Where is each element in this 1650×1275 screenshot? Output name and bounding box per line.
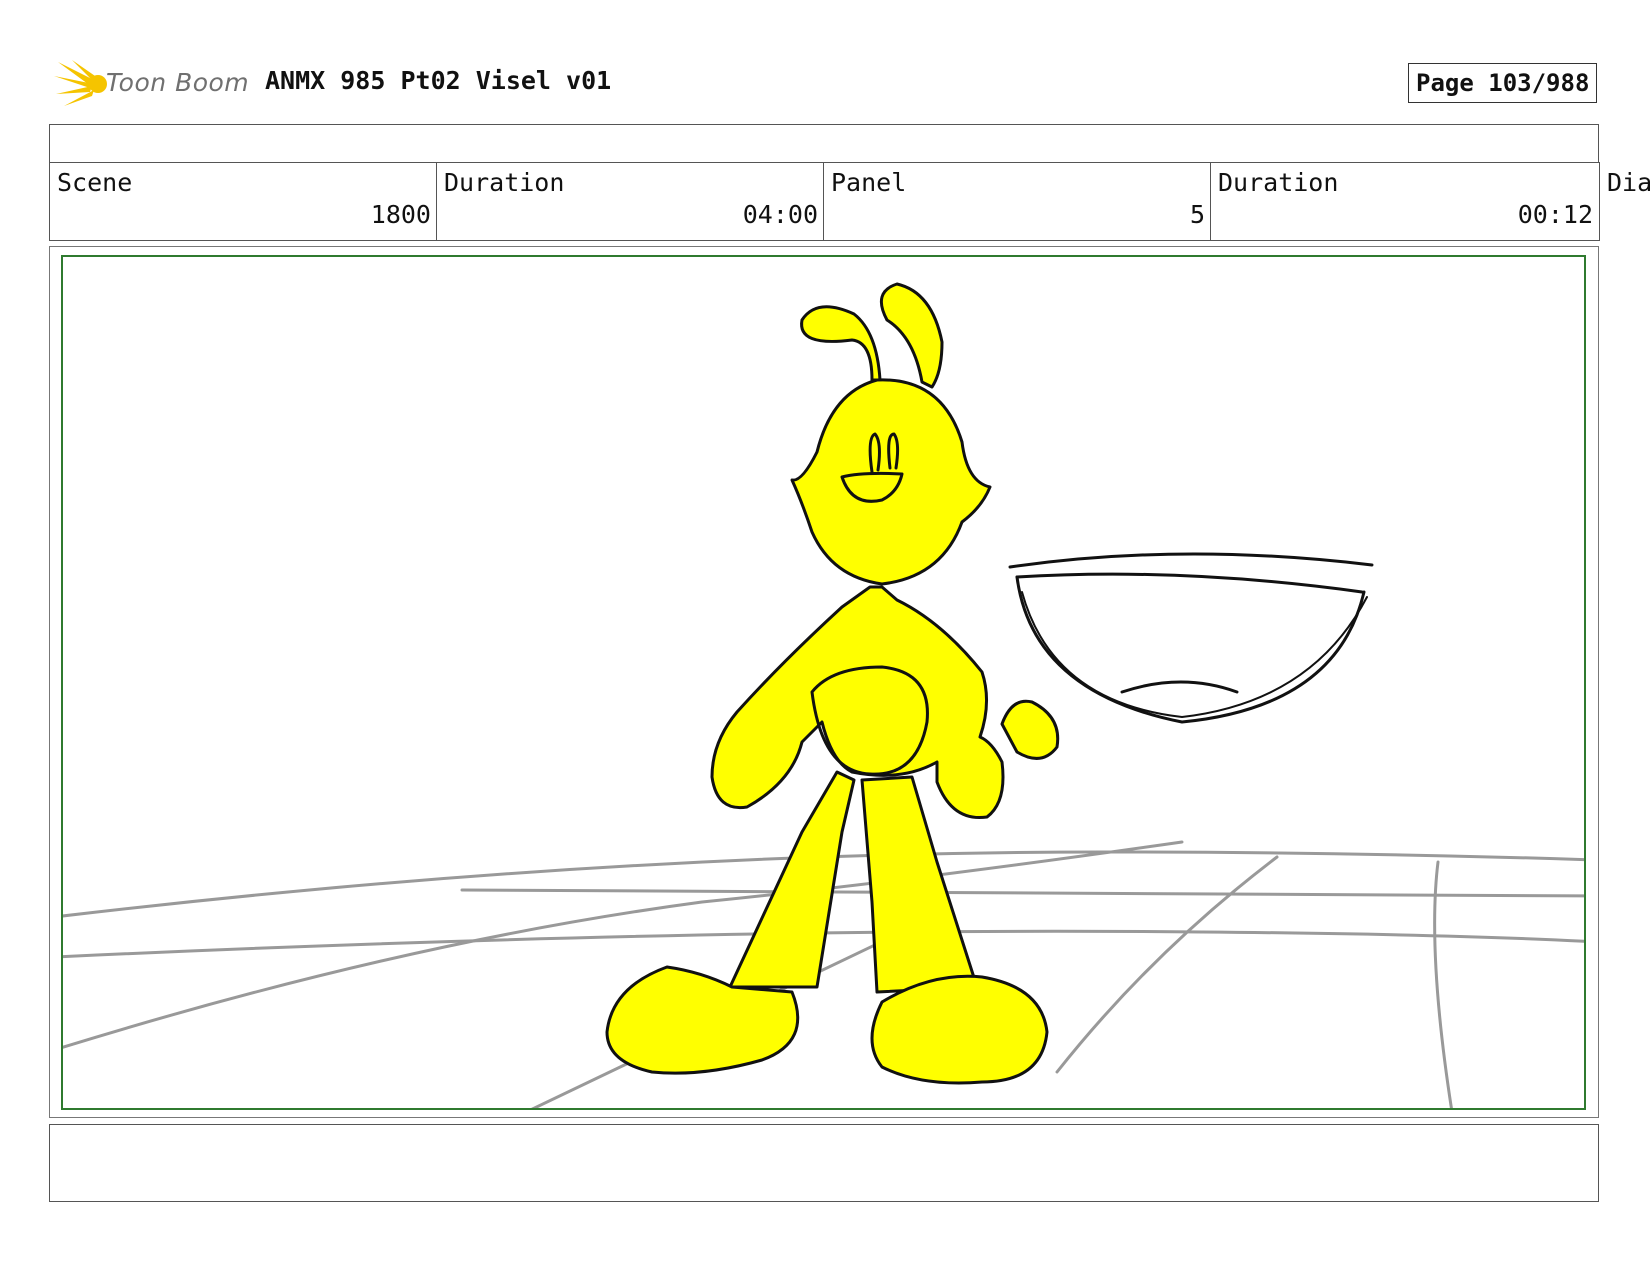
scene-duration-cell: Duration 04:00 — [436, 162, 824, 241]
panel-value: 5 — [1189, 200, 1205, 229]
panel-label: Panel — [831, 168, 907, 197]
page-counter: Page 103/988 — [1408, 63, 1597, 103]
logo-text: Toon Boom — [106, 68, 250, 97]
dialogue-label: Dia — [1607, 168, 1650, 197]
yellow-character — [605, 282, 1060, 1085]
panel-image — [61, 255, 1586, 1110]
panel-cell: Panel 5 — [823, 162, 1211, 241]
panel-duration-label: Duration — [1218, 168, 1339, 197]
scene-duration-value: 04:00 — [742, 200, 818, 229]
scene-info-row: Scene 1800 Duration 04:00 Panel 5 Durati… — [49, 162, 1650, 241]
scene-value: 1800 — [370, 200, 431, 229]
panel-duration-value: 00:12 — [1517, 200, 1593, 229]
scene-duration-label: Duration — [444, 168, 565, 197]
document-title: ANMX 985 Pt02 Visel v01 — [265, 66, 612, 95]
storyboard-sketch — [63, 282, 1584, 1108]
scene-label: Scene — [57, 168, 133, 197]
header-strip — [49, 124, 1599, 163]
notes-box — [49, 1124, 1599, 1202]
scene-cell: Scene 1800 — [49, 162, 437, 241]
dialogue-cell: Dia — [1600, 162, 1650, 241]
floating-bowl — [1008, 552, 1374, 724]
panel-duration-cell: Duration 00:12 — [1210, 162, 1600, 241]
